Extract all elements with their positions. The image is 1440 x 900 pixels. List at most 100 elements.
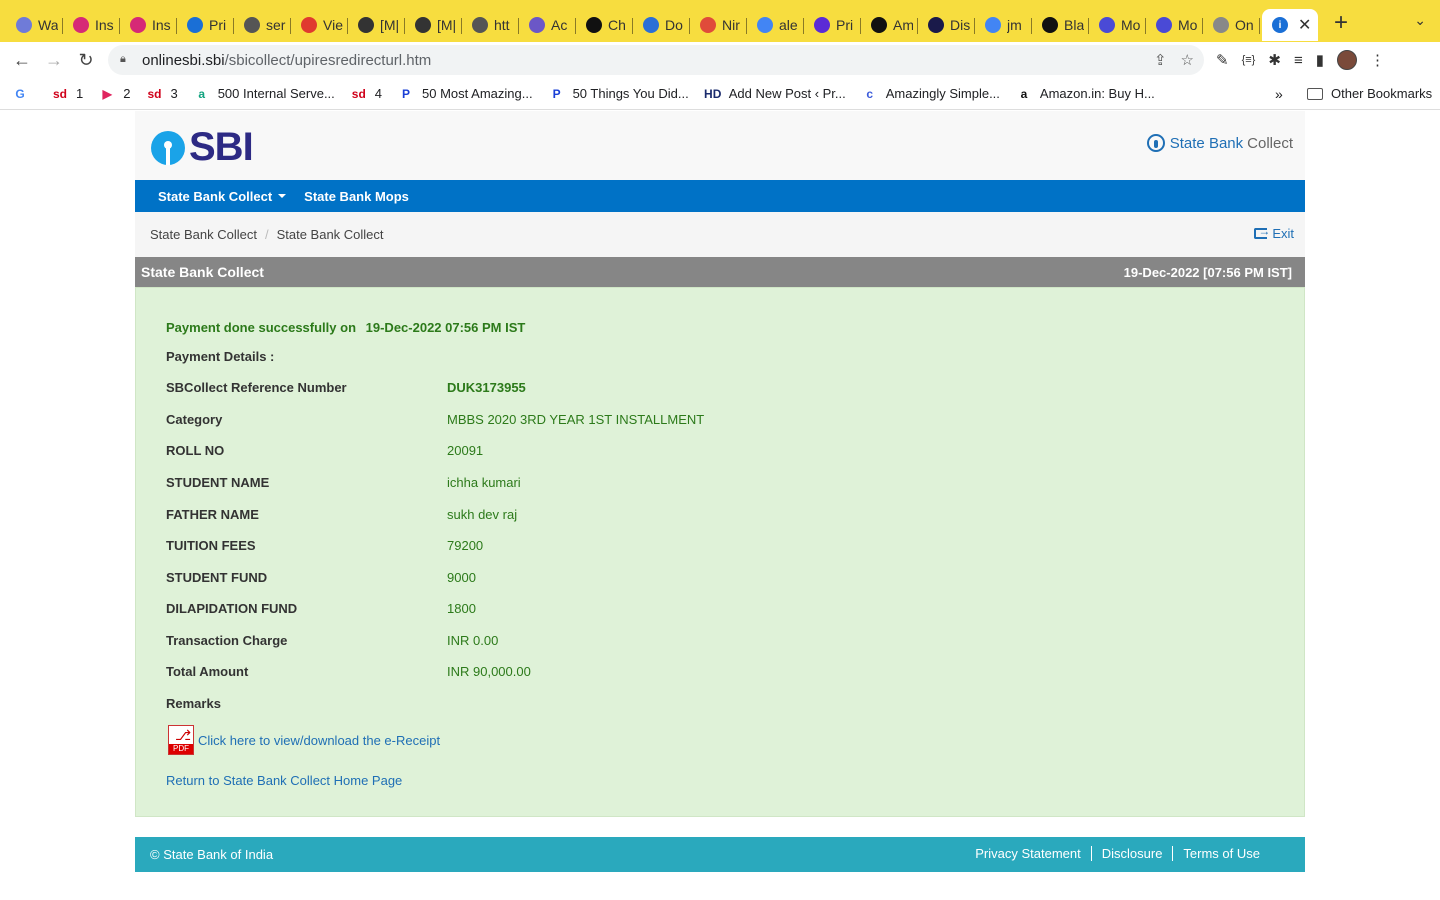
new-tab-button[interactable]: + bbox=[1334, 9, 1358, 37]
download-icon bbox=[643, 17, 659, 33]
forward-button[interactable]: → bbox=[38, 44, 70, 76]
bookmark-item[interactable]: ▶ 2 bbox=[99, 86, 131, 102]
browser-tab[interactable]: Ch bbox=[576, 9, 633, 41]
browser-tab[interactable]: ser bbox=[234, 9, 291, 41]
side-panel-icon[interactable]: ▮ bbox=[1316, 51, 1324, 69]
browser-tab[interactable]: jm bbox=[975, 9, 1032, 41]
browser-tab[interactable]: Ins bbox=[63, 9, 120, 41]
browser-tab[interactable]: Mo bbox=[1146, 9, 1203, 41]
breadcrumb-item-current: State Bank Collect bbox=[276, 227, 384, 242]
bookmark-item[interactable]: c Amazingly Simple... bbox=[862, 86, 1000, 102]
share-icon[interactable]: ⇪ bbox=[1154, 51, 1167, 69]
extensions-puzzle-icon[interactable]: ✱ bbox=[1268, 51, 1281, 69]
profile-avatar[interactable] bbox=[1336, 50, 1357, 70]
detail-value: 1800 bbox=[447, 601, 476, 616]
bookmark-item[interactable]: G bbox=[12, 86, 36, 102]
terms-of-use-link[interactable]: Terms of Use bbox=[1172, 846, 1270, 861]
close-tab-icon[interactable]: ✕ bbox=[1298, 15, 1311, 35]
folder-icon bbox=[1307, 87, 1323, 100]
browser-tab[interactable]: Ins bbox=[120, 9, 177, 41]
browser-tab[interactable]: Wa bbox=[6, 9, 63, 41]
browser-tab[interactable]: Bla bbox=[1032, 9, 1089, 41]
detail-value: 9000 bbox=[447, 570, 476, 585]
detail-key: DILAPIDATION FUND bbox=[166, 601, 298, 616]
nav-state-bank-mops[interactable]: State Bank Mops bbox=[304, 189, 409, 204]
browser-tab[interactable]: Dis bbox=[918, 9, 975, 41]
privacy-statement-link[interactable]: Privacy Statement bbox=[965, 846, 1091, 861]
other-bookmarks[interactable]: Other Bookmarks bbox=[1307, 86, 1432, 101]
browser-tab[interactable]: Nir bbox=[690, 9, 747, 41]
browser-tab[interactable]: [M| bbox=[348, 9, 405, 41]
bookmark-label: 50 Things You Did... bbox=[572, 86, 689, 101]
browser-tab[interactable]: ale bbox=[747, 9, 804, 41]
success-text: Payment done successfully on bbox=[166, 320, 357, 335]
exit-link[interactable]: Exit bbox=[1254, 224, 1294, 241]
detail-value: sukh dev raj bbox=[447, 507, 518, 522]
detail-key: Category bbox=[166, 412, 223, 427]
bookmarks-overflow-icon[interactable]: » bbox=[1275, 86, 1283, 102]
browser-tab[interactable]: On bbox=[1203, 9, 1260, 41]
success-date: 19-Dec-2022 07:56 PM IST bbox=[365, 320, 526, 335]
detail-row-student-fund: STUDENT FUND 9000 bbox=[166, 570, 476, 585]
back-button[interactable]: ← bbox=[6, 44, 38, 76]
lock-icon[interactable]: 🔒︎ bbox=[120, 53, 132, 67]
footer-links: Privacy Statement Disclosure Terms of Us… bbox=[965, 846, 1270, 861]
detail-row-category: Category MBBS 2020 3RD YEAR 1ST INSTALLM… bbox=[166, 412, 704, 427]
p-icon: P bbox=[402, 86, 411, 101]
bookmark-item[interactable]: sd 1 bbox=[52, 86, 83, 102]
browser-tab[interactable]: Ac bbox=[519, 9, 576, 41]
bookmark-item[interactable]: sd 3 bbox=[146, 86, 177, 102]
browser-tab[interactable]: Vie bbox=[291, 9, 348, 41]
bookmark-item[interactable]: P 50 Most Amazing... bbox=[398, 86, 533, 102]
bookmark-item[interactable]: sd 4 bbox=[351, 86, 382, 102]
caret-down-icon bbox=[278, 194, 287, 198]
e-receipt-link[interactable]: PDF Click here to view/download the e-Re… bbox=[168, 725, 440, 755]
detail-key: Total Amount bbox=[166, 664, 249, 679]
tab-title: Bla bbox=[1064, 17, 1084, 33]
site-header: SBI State Bank Collect bbox=[135, 111, 1305, 180]
sign-out-icon bbox=[1254, 224, 1270, 239]
browser-tab[interactable]: htt bbox=[462, 9, 519, 41]
e-receipt-link-label[interactable]: Click here to view/download the e-Receip… bbox=[198, 733, 440, 748]
tab-title: Ins bbox=[95, 17, 114, 33]
reload-button[interactable]: ↻ bbox=[70, 44, 102, 76]
address-bar[interactable]: 🔒︎ onlinesbi.sbi/sbicollect/upiresredire… bbox=[108, 45, 1204, 75]
detail-row-father-name: FATHER NAME sukh dev raj bbox=[166, 507, 517, 522]
sbi-logo[interactable]: SBI bbox=[151, 125, 254, 170]
disclosure-link[interactable]: Disclosure bbox=[1090, 846, 1173, 861]
pdf-icon[interactable]: PDF bbox=[168, 725, 194, 755]
browser-tab[interactable]: Mo bbox=[1089, 9, 1146, 41]
bookmark-item[interactable]: a Amazon.in: Buy H... bbox=[1016, 86, 1155, 102]
bars-icon bbox=[814, 17, 830, 33]
browser-tab[interactable]: Am bbox=[861, 9, 918, 41]
bookmark-item[interactable]: P 50 Things You Did... bbox=[549, 86, 689, 102]
sd-icon: sd bbox=[147, 86, 162, 101]
tab-title: htt bbox=[494, 17, 510, 33]
detail-row-remarks: Remarks bbox=[166, 696, 447, 711]
tab-title: Ins bbox=[152, 17, 171, 33]
tab-title: ser bbox=[266, 17, 286, 33]
breadcrumb-item[interactable]: State Bank Collect bbox=[150, 227, 257, 242]
tab-title: Mo bbox=[1178, 17, 1198, 33]
tab-active[interactable]: i ✕ bbox=[1262, 9, 1318, 41]
browser-tab[interactable]: Pri bbox=[177, 9, 234, 41]
browser-tab-bar: Wa Ins Ins Pri ser Vie [M| [M| htt Ac Ch Do Nir ale Pr… bbox=[0, 0, 1440, 42]
browser-menu-icon[interactable]: ⋮ bbox=[1370, 51, 1385, 69]
media-queue-icon[interactable]: ≡ bbox=[1294, 52, 1303, 69]
nav-state-bank-collect[interactable]: State Bank Collect bbox=[158, 189, 287, 204]
return-home-link[interactable]: Return to State Bank Collect Home Page bbox=[166, 773, 402, 788]
browser-tab[interactable]: Pri bbox=[804, 9, 861, 41]
tab-title: Ac bbox=[551, 17, 568, 33]
browser-tab[interactable]: [M| bbox=[405, 9, 462, 41]
json-extension-icon[interactable]: {≡} bbox=[1242, 54, 1256, 66]
tab-search-icon[interactable]: ⌄ bbox=[1414, 12, 1426, 29]
browser-tab[interactable]: Do bbox=[633, 9, 690, 41]
bookmark-item[interactable]: HD Add New Post ‹ Pr... bbox=[704, 86, 846, 102]
bookmark-item[interactable]: a 500 Internal Serve... bbox=[194, 86, 334, 102]
bookmark-star-icon[interactable]: ☆ bbox=[1181, 51, 1194, 69]
other-bookmarks-label: Other Bookmarks bbox=[1331, 86, 1433, 101]
browser-toolbar: ← → ↻ 🔒︎ onlinesbi.sbi/sbicollect/upires… bbox=[0, 42, 1440, 78]
tab-title: Wa bbox=[38, 17, 58, 33]
eyedropper-extension-icon[interactable]: ✎ bbox=[1216, 51, 1229, 69]
google-icon bbox=[757, 17, 773, 33]
